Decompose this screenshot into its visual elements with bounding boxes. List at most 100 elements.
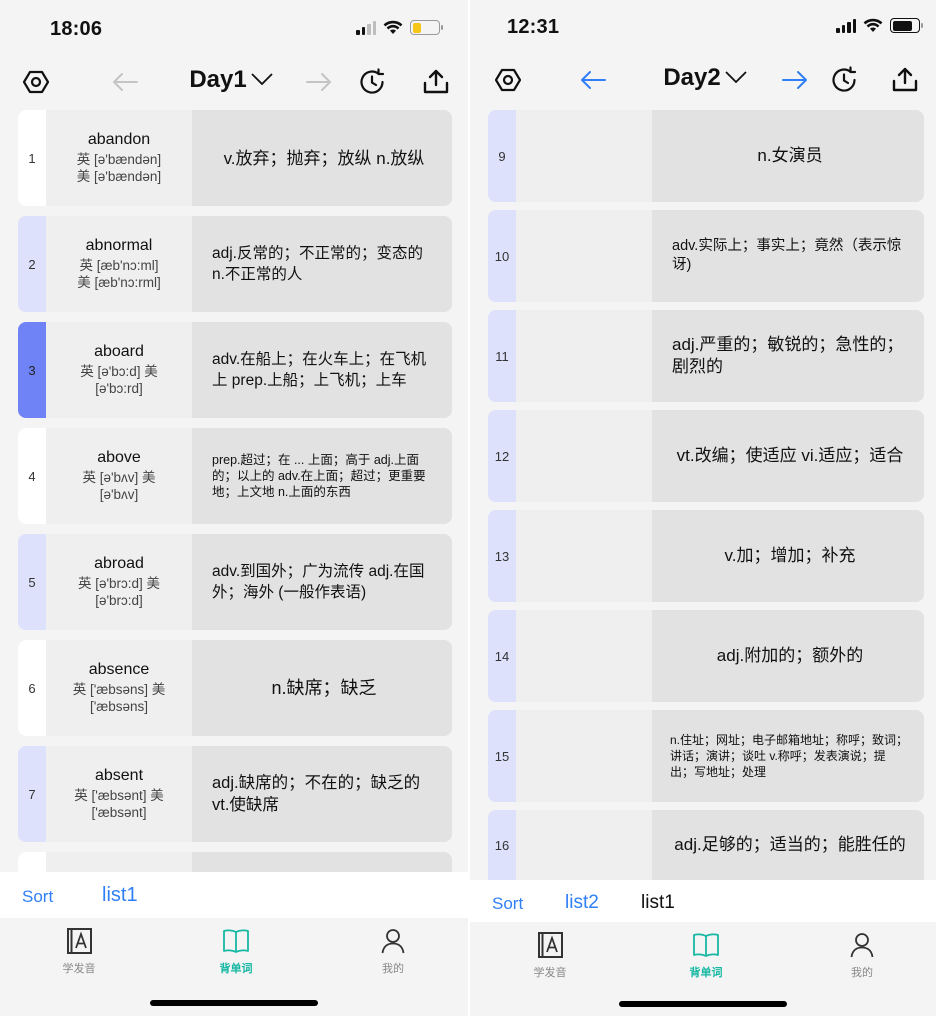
phonetic-uk: 英 [ə'bændən] [76,152,162,167]
meaning-cell[interactable]: n.住址；网址；电子邮箱地址；称呼；致词；讲话；演讲；谈吐 v.称呼；发表演说；… [652,710,924,802]
word-cell-hidden[interactable] [516,710,652,802]
history-clock-icon[interactable] [830,66,858,94]
meaning-text: vt.改编；使适应 vi.适应；适合 [676,446,904,465]
meaning-cell[interactable]: adj.缺席的；不在的；缺乏的 vt.使缺席 [192,746,452,842]
next-day-arrow-icon[interactable] [305,68,333,96]
phonetic-uk: 英 [ə'bɔ:d] 美 [80,364,158,379]
word-card[interactable]: 14 adj.附加的；额外的 [488,610,924,702]
item-index: 5 [18,534,46,630]
word-card[interactable]: 16 adj.足够的；适当的；能胜任的 [488,810,924,880]
item-index: 6 [18,640,46,736]
share-upload-icon[interactable] [891,66,919,94]
status-bar: 18:06 [0,0,468,56]
pronunciation-book-icon [39,926,119,956]
meaning-cell[interactable]: vt.改编；使适应 vi.适应；适合 [652,410,924,502]
history-clock-icon[interactable] [358,68,386,96]
word-cell-hidden[interactable] [516,810,652,880]
tab-profile[interactable]: 我的 [353,926,433,976]
day-selector[interactable]: Day1 [0,66,468,94]
word-cell[interactable]: absent 英 ['æbsənt] 美 ['æbsənt] [46,746,192,842]
meaning-cell[interactable]: adv.到国外；广为流传 adj.在国外；海外 (一般作表语) [192,534,452,630]
word-text: aboard [94,343,144,360]
meaning-text: v.加；增加；补充 [724,546,856,565]
meaning-cell[interactable]: v.加；增加；补充 [652,510,924,602]
status-icons [836,18,923,33]
item-index-active: 3 [18,322,46,418]
wifi-icon [383,20,403,34]
item-index: 9 [488,110,516,202]
item-index: 11 [488,310,516,402]
word-card[interactable]: 5 abroad 英 [ə'brɔ:d] 美 [ə'brɔ:d] adv.到国外… [18,534,452,630]
meaning-cell[interactable]: adj.足够的；适当的；能胜任的 [652,810,924,880]
share-upload-icon[interactable] [422,68,450,96]
tab-label: 我的 [382,963,404,975]
meaning-cell[interactable]: adj.严重的；敏锐的；急性的；剧烈的 [652,310,924,402]
phonetic-us: 美 [æb'nɔ:rml] [77,275,161,290]
user-icon [353,926,433,956]
word-cell-hidden[interactable] [516,510,652,602]
word-card[interactable]: 1 abandon 英 [ə'bændən] 美 [ə'bændən] v.放弃… [18,110,452,206]
left-screen: 18:06 Day1 1 abandon 英 [ə'bændən] 美 [ə'b… [0,0,468,1016]
tab-pronunciation[interactable]: 学发音 [39,926,119,976]
word-cell-hidden[interactable] [516,110,652,202]
phonetic-uk: 英 ['æbsənt] 美 [74,788,164,803]
open-book-icon [196,926,276,956]
phonetic-uk: 英 [æb'nɔ:ml] [79,258,159,273]
meaning-cell[interactable]: adj.反常的；不正常的；变态的 n.不正常的人 [192,216,452,312]
word-card[interactable]: 12 vt.改编；使适应 vi.适应；适合 [488,410,924,502]
home-indicator[interactable] [619,1001,787,1007]
cellular-signal-icon [356,20,376,35]
chevron-down-icon [725,71,747,83]
home-indicator[interactable] [150,1000,318,1006]
meaning-cell[interactable]: adv.在船上；在火车上；在飞机上 prep.上船；上飞机；上车 [192,322,452,418]
word-card[interactable]: 4 above 英 [ə'bʌv] 美 [ə'bʌv] prep.超过；在 ..… [18,428,452,524]
word-cell-hidden[interactable] [516,410,652,502]
tab-vocabulary[interactable]: 背单词 [196,926,276,976]
word-cell[interactable]: absence 英 ['æbsəns] 美 ['æbsəns] [46,640,192,736]
tab-pronunciation[interactable]: 学发音 [510,930,590,980]
list-tab[interactable]: list1 [641,892,675,914]
word-cell-hidden[interactable] [516,610,652,702]
word-card[interactable]: 7 absent 英 ['æbsənt] 美 ['æbsənt] adj.缺席的… [18,746,452,842]
sort-button[interactable]: Sort [492,894,523,914]
tab-vocabulary[interactable]: 背单词 [666,930,746,980]
word-card[interactable]: 10 adv.实际上；事实上；竟然（表示惊讶) [488,210,924,302]
meaning-cell[interactable]: prep.超过；在 ... 上面；高于 adj.上面的；以上的 adv.在上面；… [192,428,452,524]
meaning-cell[interactable]: v.放弃；抛弃；放纵 n.放纵 [192,110,452,206]
word-card[interactable]: 6 absence 英 ['æbsəns] 美 ['æbsəns] n.缺席；缺… [18,640,452,736]
word-card[interactable]: 2 abnormal 英 [æb'nɔ:ml] 美 [æb'nɔ:rml] ad… [18,216,452,312]
next-day-arrow-icon[interactable] [781,66,809,94]
tab-profile[interactable]: 我的 [822,930,902,980]
chevron-down-icon [251,73,273,85]
meaning-cell[interactable]: adv.实际上；事实上；竟然（表示惊讶) [652,210,924,302]
item-index: 7 [18,746,46,842]
meaning-cell[interactable]: n.女演员 [652,110,924,202]
word-cell[interactable]: aboard 英 [ə'bɔ:d] 美 [ə'bɔ:rd] [46,322,192,418]
meaning-text: adv.到国外；广为流传 adj.在国外；海外 (一般作表语) [212,563,425,601]
item-index: 16 [488,810,516,880]
sort-button[interactable]: Sort [22,887,53,907]
word-cell[interactable]: above 英 [ə'bʌv] 美 [ə'bʌv] [46,428,192,524]
word-cell[interactable]: abandon 英 [ə'bændən] 美 [ə'bændən] [46,110,192,206]
word-cell-hidden[interactable] [516,210,652,302]
list-tab-selected[interactable]: list1 [102,884,138,907]
word-card[interactable]: 11 adj.严重的；敏锐的；急性的；剧烈的 [488,310,924,402]
day-selector[interactable]: Day2 [474,64,936,92]
word-card[interactable]: 3 aboard 英 [ə'bɔ:d] 美 [ə'bɔ:rd] adv.在船上；… [18,322,452,418]
meaning-text: n.缺席；缺乏 [271,678,377,698]
word-text: above [97,449,141,466]
list-segment-bar: Sort list2 list1 [470,880,936,922]
list-tab-selected[interactable]: list2 [565,892,599,914]
word-card[interactable]: 15 n.住址；网址；电子邮箱地址；称呼；致词；讲话；演讲；谈吐 v.称呼；发表… [488,710,924,802]
word-cell[interactable]: abroad 英 [ə'brɔ:d] 美 [ə'brɔ:d] [46,534,192,630]
cellular-signal-icon [836,18,856,33]
meaning-cell[interactable]: n.缺席；缺乏 [192,640,452,736]
meaning-cell[interactable]: adj.附加的；额外的 [652,610,924,702]
word-cell[interactable]: abnormal 英 [æb'nɔ:ml] 美 [æb'nɔ:rml] [46,216,192,312]
word-cell-hidden[interactable] [516,310,652,402]
meaning-text: adj.反常的；不正常的；变态的 n.不正常的人 [212,245,423,283]
tab-label: 我的 [851,967,873,979]
meaning-text: adj.附加的；额外的 [716,646,864,665]
word-card[interactable]: 13 v.加；增加；补充 [488,510,924,602]
word-card[interactable]: 9 n.女演员 [488,110,924,202]
